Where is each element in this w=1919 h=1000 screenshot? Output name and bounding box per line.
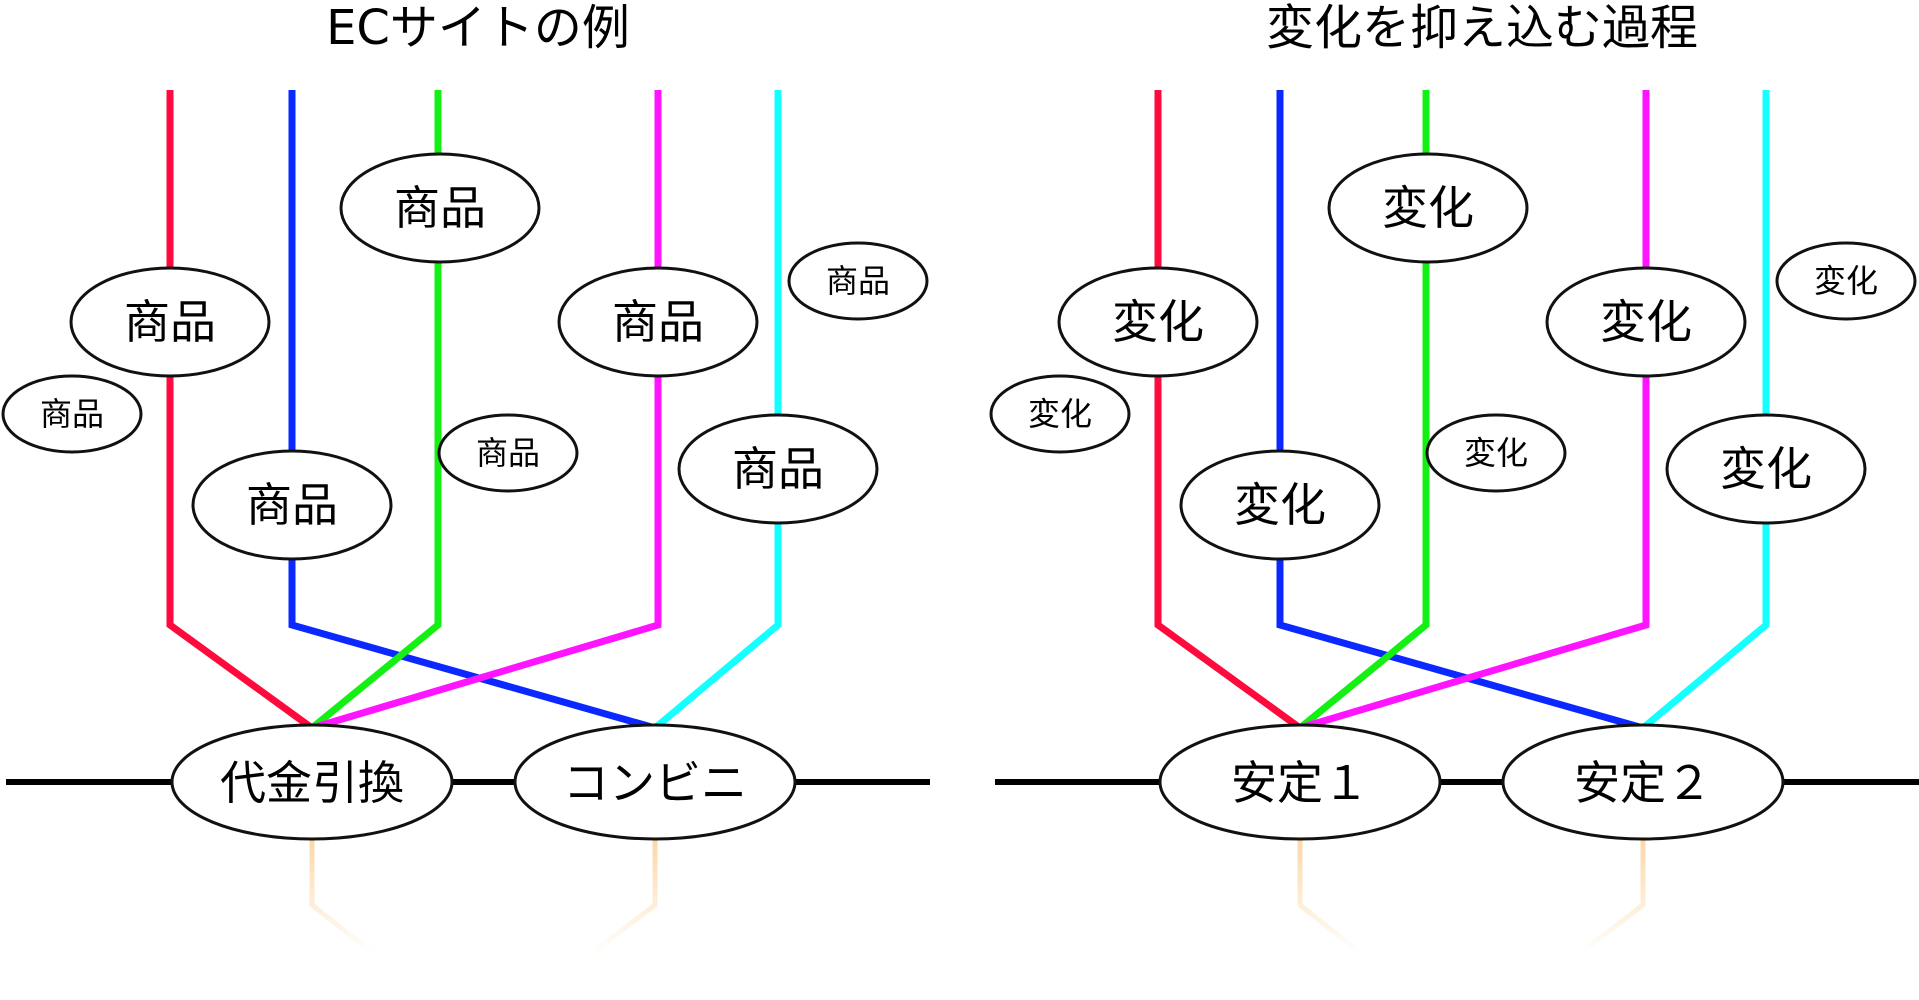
right-node-hub-2: 安定２: [1501, 723, 1785, 841]
left-cyan-line: [652, 90, 782, 731]
right-faded-path: [1297, 840, 1646, 958]
right-node-item-a: 変化: [1327, 152, 1529, 264]
right-node-item-b: 変化: [1057, 266, 1259, 378]
left-node-item-e: 商品: [1, 374, 143, 454]
right-node-item-e: 変化: [989, 374, 1131, 454]
svg-text:商品: 商品: [826, 262, 890, 300]
left-node-item-h: 商品: [677, 413, 879, 525]
svg-text:変化: 変化: [1720, 442, 1812, 496]
left-node-item-f: 商品: [437, 413, 579, 493]
right-node-item-d: 変化: [1775, 241, 1917, 321]
right-diagram-title: 変化を抑え込む過程: [1266, 0, 1698, 56]
right-node-hub-1: 安定１: [1158, 723, 1442, 841]
svg-text:変化: 変化: [1234, 478, 1326, 532]
right-node-item-f: 変化: [1425, 413, 1567, 493]
right-node-item-g: 変化: [1179, 449, 1381, 561]
svg-text:商品: 商品: [124, 295, 216, 349]
left-node-item-c: 商品: [557, 266, 759, 378]
svg-text:変化: 変化: [1600, 295, 1692, 349]
left-diagram: ECサイトの例 商品 商品 商品 商品 商品 商品 商品 商品 代金引換 コンビ…: [1, 0, 930, 958]
svg-text:変化: 変化: [1814, 262, 1878, 300]
svg-text:代金引換: 代金引換: [220, 756, 404, 810]
svg-text:変化: 変化: [1464, 434, 1528, 472]
svg-text:商品: 商品: [612, 295, 704, 349]
right-node-item-c: 変化: [1545, 266, 1747, 378]
right-cyan-line: [1640, 90, 1770, 731]
svg-text:変化: 変化: [1112, 295, 1204, 349]
right-node-item-h: 変化: [1665, 413, 1867, 525]
svg-text:安定２: 安定２: [1574, 756, 1712, 810]
svg-text:商品: 商品: [40, 395, 104, 433]
svg-text:商品: 商品: [394, 181, 486, 235]
svg-text:コンビニ: コンビニ: [563, 756, 747, 810]
right-diagram: 変化を抑え込む過程 変化 変化 変化 変化 変化 変化 変化 変化 安定１ 安定…: [989, 0, 1919, 958]
left-diagram-title: ECサイトの例: [326, 0, 630, 56]
left-node-item-g: 商品: [191, 449, 393, 561]
svg-text:商品: 商品: [246, 478, 338, 532]
svg-text:商品: 商品: [732, 442, 824, 496]
diagram-canvas: ECサイトの例 商品 商品 商品 商品 商品 商品 商品 商品 代金引換 コンビ…: [1, 0, 1919, 958]
left-node-item-b: 商品: [69, 266, 271, 378]
svg-text:変化: 変化: [1028, 395, 1092, 433]
left-node-hub-1: 代金引換: [170, 723, 454, 841]
left-node-item-d: 商品: [787, 241, 929, 321]
left-faded-path: [309, 840, 658, 958]
left-node-item-a: 商品: [339, 152, 541, 264]
svg-text:商品: 商品: [476, 434, 540, 472]
left-node-hub-2: コンビニ: [513, 723, 797, 841]
svg-text:変化: 変化: [1382, 181, 1474, 235]
svg-text:安定１: 安定１: [1231, 756, 1369, 810]
